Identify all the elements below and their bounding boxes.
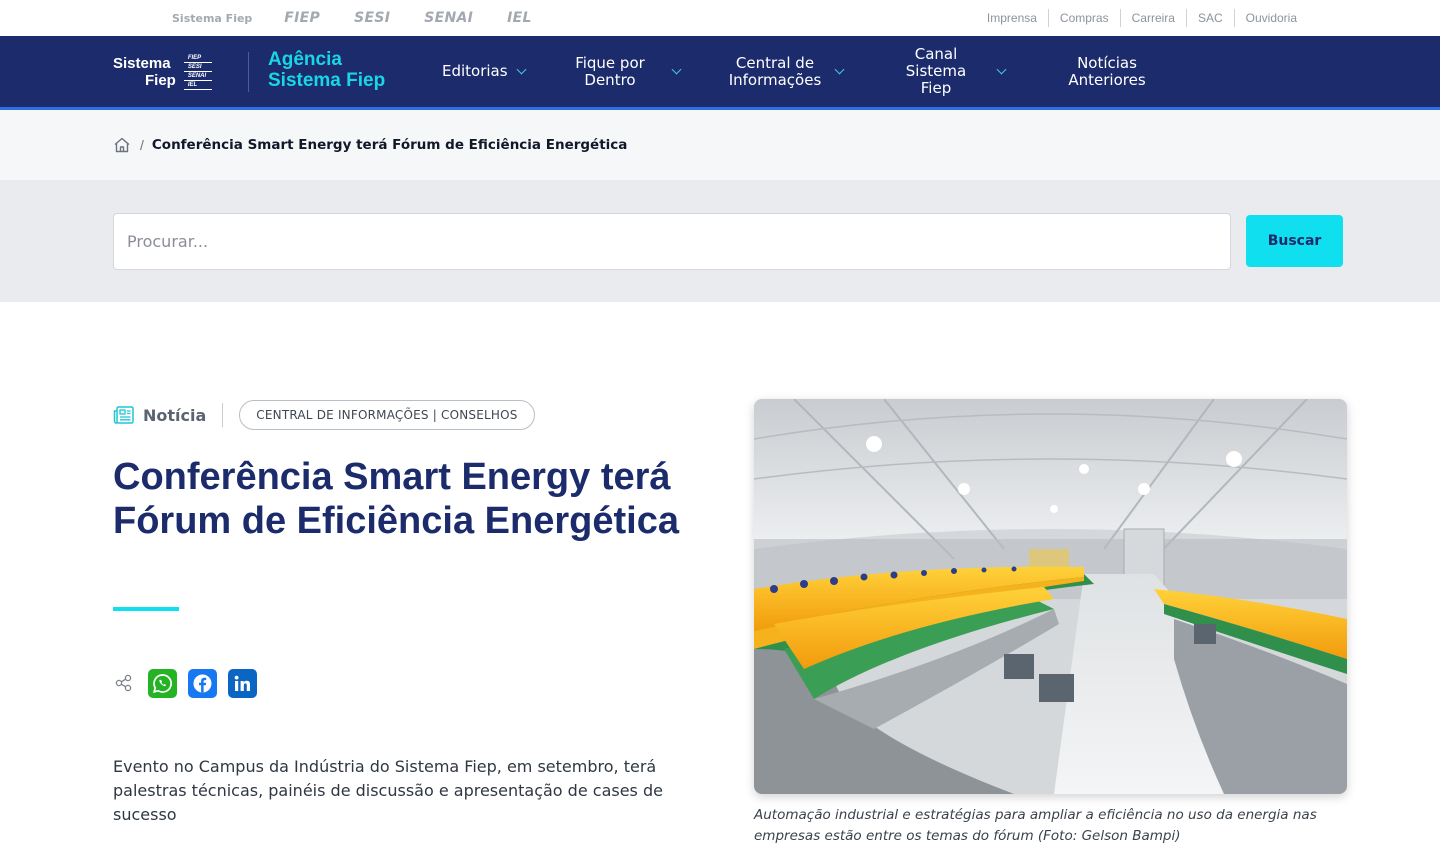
nav-item-label: Dentro [584,70,636,89]
chevron-down-icon [834,64,845,75]
brand-link-sistema-fiep[interactable]: Sistema Fiep [172,12,252,25]
linkedin-icon [234,675,250,691]
chevron-down-icon [516,64,527,75]
linkedin-share-button[interactable] [228,668,257,698]
nav-item-label: Canal Sistema [905,45,967,80]
brand-link-senai[interactable]: SENAI [424,10,473,26]
facebook-share-button[interactable] [188,668,217,698]
home-icon[interactable] [113,137,131,153]
sistema-fiep-logo[interactable]: Sistema Fiep FIEP SESI SENAI IEL [113,53,231,91]
logo-mini-senai: SENAI [183,72,213,81]
util-link-ouvidoria[interactable]: Ouvidoria [1233,9,1308,27]
chevron-down-icon [671,64,682,75]
nav-item-label: Notícias [1077,53,1137,72]
main-navbar: Sistema Fiep FIEP SESI SENAI IEL Agência… [0,36,1440,110]
logo-divider [248,52,249,92]
logo-word-fiep: Fiep [145,72,176,89]
whatsapp-share-button[interactable] [148,668,177,698]
article-meta: Notícia CENTRAL DE INFORMAÇÕES | CONSELH… [113,400,535,430]
article-lead: Evento no Campus da Indústria do Sistema… [113,757,663,824]
article-photo[interactable] [754,399,1347,794]
nav-item-canal-sistema-fiep[interactable]: Canal Sistema Fiep [884,36,1007,107]
agencia-logo-line2: Sistema Fiep [268,70,386,91]
brand-link-iel[interactable]: IEL [507,10,532,26]
nav-item-editorias[interactable]: Editorias [442,36,527,107]
logo-mini-brands: FIEP SESI SENAI IEL [183,54,213,90]
nav-item-label: Central de [735,53,815,72]
nav-item-label: Fiep [920,79,952,97]
brand-link-sesi[interactable]: SESI [354,10,390,26]
util-link-imprensa[interactable]: Imprensa [976,9,1048,27]
breadcrumb-current: Conferência Smart Energy terá Fórum de E… [151,137,628,153]
brand-link-fiep[interactable]: FIEP [284,10,320,26]
category-tag[interactable]: CENTRAL DE INFORMAÇÕES | CONSELHOS [239,400,535,430]
search-input[interactable] [113,213,1231,270]
breadcrumb: / Conferência Smart Energy terá Fórum de… [0,110,1440,180]
top-utility-bar: Sistema Fiep FIEP SESI SENAI IEL Imprens… [0,0,1440,36]
nav-item-label: Anteriores [1068,70,1146,89]
util-link-carreira[interactable]: Carreira [1119,9,1186,27]
util-link-compras[interactable]: Compras [1047,9,1120,27]
logo-mini-fiep: FIEP [183,54,213,63]
share-row [113,668,268,698]
logo-word-sistema: Sistema [113,55,171,72]
breadcrumb-separator: / [140,137,144,153]
title-underline [113,607,179,611]
nav-item-label: Fique por [575,53,645,72]
article-type: Notícia [143,405,207,425]
nav-item-fique-por-dentro[interactable]: Fique por Dentro [575,36,682,107]
agencia-logo-line1: Agência [268,49,342,70]
util-link-sac[interactable]: SAC [1185,9,1234,27]
nav-item-noticias-anteriores[interactable]: Notícias Anteriores [1066,36,1148,107]
nav-item-label: Informações [728,70,822,89]
newspaper-icon [113,406,134,424]
agencia-logo[interactable]: Agência Sistema Fiep [268,49,385,91]
nav-item-central-de-informacoes[interactable]: Central de Informações [728,36,845,107]
search-band: Buscar [0,180,1440,302]
share-icon [113,672,135,694]
chevron-down-icon [996,64,1007,75]
logo-mini-iel: IEL [183,81,213,90]
photo-caption: Automação industrial e estratégias para … [754,807,1317,844]
article-title: Conferência Smart Energy terá Fórum de E… [113,456,679,542]
facebook-icon [193,674,212,692]
whatsapp-icon [153,673,172,693]
logo-mini-sesi: SESI [183,63,213,72]
utility-links: Imprensa Compras Carreira SAC Ouvidoria [976,0,1308,36]
search-button[interactable]: Buscar [1246,215,1343,267]
brand-links: Sistema Fiep FIEP SESI SENAI IEL [172,0,566,36]
nav-item-label: Editorias [442,62,508,80]
factory-bottling-line-image [754,399,1347,794]
meta-divider [222,403,224,427]
